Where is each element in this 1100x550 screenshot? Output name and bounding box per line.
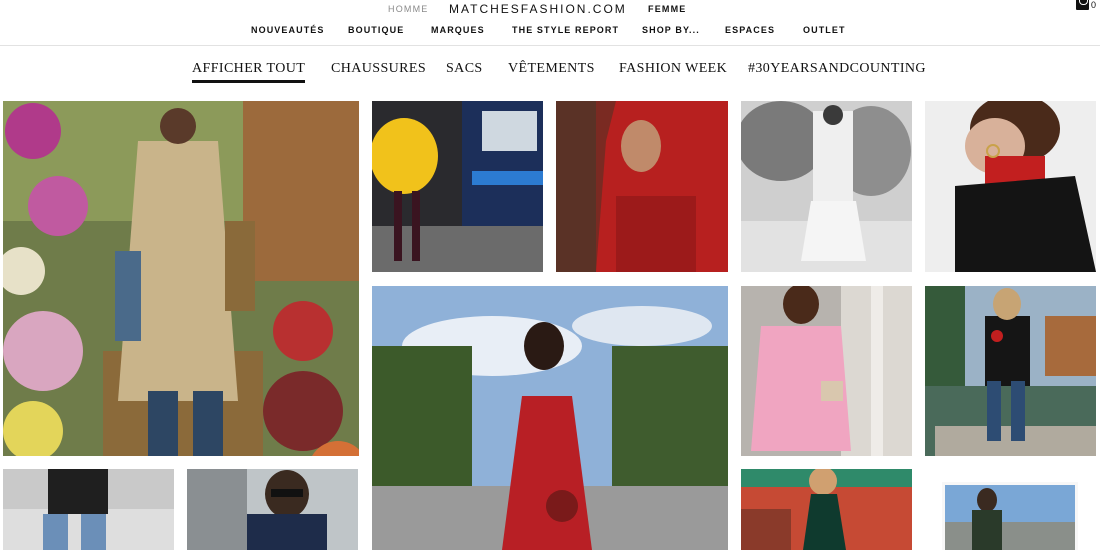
nav-item-shop-by[interactable]: SHOP BY... [642,25,700,35]
photo-tile-denim-street[interactable] [3,469,174,550]
nav-item-outlet[interactable]: OUTLET [803,25,846,35]
photo-tile-red-scarf[interactable] [556,101,728,272]
main-navigation: NOUVEAUTÉS BOUTIQUE MARQUES THE STYLE RE… [0,25,1100,39]
nav-item-nouveautes[interactable]: NOUVEAUTÉS [251,25,325,35]
nav-item-style-report[interactable]: THE STYLE REPORT [512,25,619,35]
photo-tile-sunglasses-portrait[interactable] [187,469,358,550]
photo-tile-red-dress[interactable] [372,286,728,550]
photo-tile-polaroid[interactable] [942,482,1078,550]
nav-item-marques[interactable]: MARQUES [431,25,485,35]
photo-tile-pink-coat[interactable] [741,286,912,456]
shopping-bag-icon [1076,0,1089,10]
site-header: HOMME MATCHESFASHION.COM FEMME 0 NOUVEAU… [0,0,1100,46]
tab-sacs[interactable]: SACS [446,61,483,77]
photo-tile-yellow-fur-coat[interactable] [372,101,543,272]
nav-item-espaces[interactable]: ESPACES [725,25,775,35]
tab-afficher-tout[interactable]: AFFICHER TOUT [192,61,306,83]
style-report-subnav: AFFICHER TOUT CHAUSSURES SACS VÊTEMENTS … [0,47,1100,91]
nav-item-boutique[interactable]: BOUTIQUE [348,25,404,35]
tab-chaussures[interactable]: CHAUSSURES [331,61,426,77]
site-logo[interactable]: MATCHESFASHION.COM [449,2,627,16]
cart-button[interactable]: 0 [1076,0,1097,10]
photo-tile-leather-jacket[interactable] [925,101,1096,272]
tab-30yearsandcounting[interactable]: #30YEARSANDCOUNTING [748,61,926,77]
gender-switch-men[interactable]: HOMME [388,4,429,14]
photo-tile-black-white-street[interactable] [741,101,912,272]
gender-switch-women[interactable]: FEMME [648,4,687,14]
tab-fashion-week[interactable]: FASHION WEEK [619,61,727,77]
cart-count: 0 [1091,0,1097,10]
photo-tile-green-dress[interactable] [741,469,912,550]
photo-tile-canal-street[interactable] [925,286,1096,456]
tab-vetements[interactable]: VÊTEMENTS [508,61,595,77]
photo-tile-trench-coat[interactable] [3,101,359,456]
